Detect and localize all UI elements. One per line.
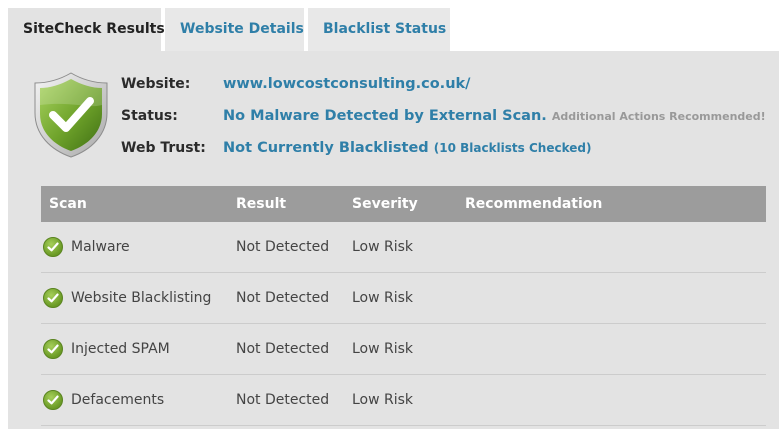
- severity-cell: Low Risk: [352, 290, 414, 306]
- status-note: Additional Actions Recommended!: [551, 110, 766, 123]
- status-text: No Malware Detected by External Scan.: [223, 108, 547, 124]
- scan-cell: Website Blacklisting: [41, 288, 236, 308]
- shield-check-icon: [34, 72, 108, 158]
- scan-name: Malware: [71, 239, 130, 255]
- website-label: Website:: [121, 76, 191, 92]
- header-result: Result: [236, 196, 287, 212]
- result-cell: Not Detected: [236, 341, 330, 357]
- result-cell: Not Detected: [236, 239, 330, 255]
- header-severity: Severity: [352, 196, 418, 212]
- tab-bar: SiteCheck Results Website Details Blackl…: [8, 8, 454, 51]
- table-row: Website Blacklisting Not Detected Low Ri…: [41, 273, 766, 324]
- web-trust-value: Not Currently Blacklisted (10 Blacklists…: [223, 140, 591, 156]
- scan-name: Defacements: [71, 392, 165, 408]
- scan-results-table: Scan Result Severity Recommendation Malw…: [41, 186, 766, 426]
- results-panel: Website: www.lowcostconsulting.co.uk/ St…: [8, 51, 779, 429]
- status-value: No Malware Detected by External Scan. Ad…: [223, 108, 766, 124]
- severity-cell: Low Risk: [352, 341, 414, 357]
- scan-name: Injected SPAM: [71, 341, 170, 357]
- scan-cell: Injected SPAM: [41, 339, 236, 359]
- status-label: Status:: [121, 108, 178, 124]
- severity-cell: Low Risk: [352, 239, 414, 255]
- scan-cell: Malware: [41, 237, 236, 257]
- table-row: Defacements Not Detected Low Risk: [41, 375, 766, 426]
- table-header: Scan Result Severity Recommendation: [41, 186, 766, 222]
- web-trust-label: Web Trust:: [121, 140, 206, 156]
- check-circle-icon: [43, 237, 63, 257]
- tab-sitecheck-results[interactable]: SiteCheck Results: [8, 8, 165, 51]
- tab-blacklist-status[interactable]: Blacklist Status: [308, 8, 450, 51]
- check-circle-icon: [43, 339, 63, 359]
- header-recommendation: Recommendation: [465, 196, 603, 212]
- tab-website-details[interactable]: Website Details: [165, 8, 304, 51]
- severity-cell: Low Risk: [352, 392, 414, 408]
- website-link[interactable]: www.lowcostconsulting.co.uk/: [223, 76, 470, 92]
- blacklists-checked-note: (10 Blacklists Checked): [433, 141, 592, 155]
- header-scan: Scan: [49, 196, 87, 212]
- scan-cell: Defacements: [41, 390, 236, 410]
- check-circle-icon: [43, 288, 63, 308]
- table-row: Malware Not Detected Low Risk: [41, 222, 766, 273]
- result-cell: Not Detected: [236, 392, 330, 408]
- result-cell: Not Detected: [236, 290, 330, 306]
- scan-name: Website Blacklisting: [71, 290, 212, 306]
- check-circle-icon: [43, 390, 63, 410]
- table-row: Injected SPAM Not Detected Low Risk: [41, 324, 766, 375]
- web-trust-text: Not Currently Blacklisted: [223, 140, 429, 156]
